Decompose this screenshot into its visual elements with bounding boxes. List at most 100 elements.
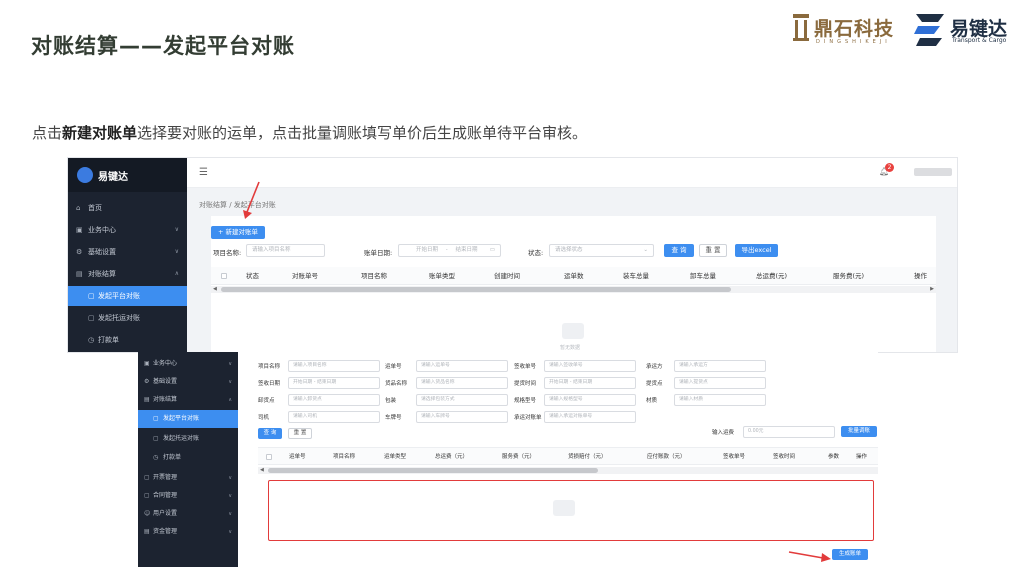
col-project: 项目名称 — [361, 272, 387, 280]
sidebar-item-user[interactable]: ☺ 用户设置 ∨ — [138, 505, 238, 523]
sidebar-item-invoice[interactable]: ▢ 开票管理 ∨ — [138, 469, 238, 487]
sidebar-item-label: 发起平台对账 — [98, 292, 140, 300]
desc-post: 选择要对账的运单，点击批量调账填写单价后生成账单待平台审核。 — [137, 124, 588, 142]
sidebar-item-contract[interactable]: ▢ 合同管理 ∨ — [138, 487, 238, 505]
generate-bill-button[interactable]: 生成账单 — [832, 549, 868, 560]
col-load-total: 装车总量 — [623, 272, 649, 280]
col-service-fee: 服务费(元) — [833, 272, 865, 280]
sidebar: 易键达 ⌂ 首页 ▣ 业务中心 ∨ ⚙ 基础设置 ∨ ▤ 对账结算 ∧ ▢ 发起平台对账 ▢ 发起… — [68, 158, 187, 352]
chevron-down-icon: ∨ — [228, 529, 232, 535]
horizontal-scrollbar[interactable]: ◀ ▶ — [211, 286, 936, 293]
sidebar-item-shipper-recon[interactable]: ▢ 发起托运对账 — [138, 430, 238, 448]
sidebar-item-platform-recon[interactable]: ▢ 发起平台对账 — [138, 410, 238, 428]
receipt-no-input[interactable]: 请输入签收单号 — [544, 360, 636, 372]
query-button[interactable]: 查 询 — [258, 428, 282, 439]
col-waybill-no: 运单号 — [289, 454, 306, 460]
pickup-point-input[interactable]: 请输入提货点 — [674, 377, 766, 389]
pickup-date-range[interactable]: 开始日期 - 结束日期 — [544, 377, 636, 389]
material-input[interactable]: 请输入材质 — [674, 394, 766, 406]
horizontal-scrollbar[interactable]: ◀ — [258, 467, 878, 474]
sidebar-item-business[interactable]: ▣ 业务中心 ∨ — [68, 220, 187, 240]
reset-button[interactable]: 重 置 — [288, 428, 312, 439]
sidebar-item-funds[interactable]: ▤ 资金管理 ∨ — [138, 523, 238, 541]
spec-input[interactable]: 请输入规格型号 — [544, 394, 636, 406]
sidebar-item-label: 合同管理 — [153, 492, 178, 499]
chevron-down-icon: ∨ — [174, 248, 179, 255]
batch-adjust-button[interactable]: 批量调账 — [841, 426, 877, 437]
app-screenshot-list: 易键达 ⌂ 首页 ▣ 业务中心 ∨ ⚙ 基础设置 ∨ ▤ 对账结算 ∧ ▢ 发起平台对账 ▢ 发起… — [67, 157, 958, 353]
col-damage: 货损赔付（元） — [568, 454, 607, 460]
status-label: 状态: — [528, 249, 544, 257]
user-name-redacted[interactable] — [914, 168, 952, 176]
select-all-checkbox[interactable] — [221, 273, 227, 279]
col-payable: 应付账款（元） — [647, 454, 686, 460]
sidebar-brand[interactable]: 易键达 — [68, 158, 187, 192]
driver-input[interactable]: 请输入司机 — [288, 411, 380, 423]
wallet-icon: ▤ — [144, 396, 150, 403]
dingshi-logo-name: 鼎石科技 — [814, 18, 895, 40]
form-label: 承运对账单 — [514, 415, 542, 421]
notification-badge: 2 — [885, 163, 894, 172]
sidebar-item-payment[interactable]: ◷ 打款单 — [68, 330, 187, 350]
slide-title: 对账结算——发起平台对账 — [31, 34, 295, 58]
receipt-date-range[interactable]: 开始日期 - 结束日期 — [288, 377, 380, 389]
scrollbar-thumb[interactable] — [268, 468, 598, 473]
scroll-left-icon[interactable]: ◀ — [260, 467, 264, 474]
export-excel-button[interactable]: 导出excel — [735, 244, 778, 257]
sidebar-item-settlement[interactable]: ▤ 对账结算 ∧ — [68, 264, 187, 284]
scrollbar-thumb[interactable] — [221, 287, 731, 292]
plate-input[interactable]: 请输入车牌号 — [416, 411, 508, 423]
project-input[interactable]: 请输入项目名称 — [288, 360, 380, 372]
sidebar-item-business[interactable]: ▣ 业务中心 ∨ — [138, 355, 238, 373]
col-freight: 总运费(元) — [756, 272, 788, 280]
sidebar-item-settlement[interactable]: ▤ 对账结算 ∧ — [138, 391, 238, 409]
highlight-box — [268, 480, 874, 541]
unload-point-input[interactable]: 请输入卸货点 — [288, 394, 380, 406]
sidebar-item-platform-recon[interactable]: ▢ 发起平台对账 — [68, 286, 187, 306]
col-unload-total: 卸车总量 — [690, 272, 716, 280]
doc-icon: ▢ — [153, 435, 159, 442]
freight-label: 输入运费 — [712, 430, 735, 436]
scroll-right-icon[interactable]: ▶ — [930, 286, 934, 293]
new-statement-button[interactable]: + 新建对账单 — [211, 226, 265, 239]
arrow-icon — [788, 551, 831, 562]
waybill-no-input[interactable]: 请输入运单号 — [416, 360, 508, 372]
brand-name: 易键达 — [98, 172, 128, 183]
menu-toggle-icon[interactable]: ☰ — [199, 167, 208, 178]
packaging-select[interactable]: 请选择包装方式 — [416, 394, 508, 406]
doc-icon: ▢ — [144, 474, 150, 481]
desc-bold: 新建对账单 — [62, 124, 138, 142]
carrier-input[interactable]: 请输入承运方 — [674, 360, 766, 372]
bill-date-range[interactable]: 开始日期 - 结束日期 ▭ — [398, 244, 501, 257]
yijianda-mark-icon — [914, 14, 944, 46]
sidebar-item-label: 基础设置 — [153, 378, 178, 385]
sidebar-item-shipper-recon[interactable]: ▢ 发起托运对账 — [68, 308, 187, 328]
scroll-left-icon[interactable]: ◀ — [213, 286, 217, 293]
sidebar-item-label: 基础设置 — [88, 248, 116, 256]
grid-icon: ▣ — [76, 226, 83, 234]
sidebar-item-payment[interactable]: ◷ 打款单 — [138, 449, 238, 467]
freight-input[interactable]: 0.00元 — [743, 426, 835, 438]
project-label: 项目名称: — [213, 249, 242, 257]
wallet-icon: ▤ — [76, 270, 83, 278]
sidebar: ▣ 业务中心 ∨ ⚙ 基础设置 ∨ ▤ 对账结算 ∧ ▢ 发起平台对账 ▢ 发起托运对账 ◷ 打款… — [138, 352, 238, 567]
sidebar-item-home[interactable]: ⌂ 首页 — [68, 198, 187, 218]
sidebar-item-settings[interactable]: ⚙ 基础设置 ∨ — [68, 242, 187, 262]
project-input[interactable]: 请输入项目名称 — [246, 244, 325, 257]
carrier-statement-input[interactable]: 请输入承运对账单号 — [544, 411, 636, 423]
reset-button[interactable]: 重 置 — [699, 244, 727, 257]
goods-name-input[interactable]: 请输入货品名称 — [416, 377, 508, 389]
chevron-down-icon: ∨ — [228, 361, 232, 367]
sidebar-item-label: 资金管理 — [153, 528, 178, 535]
query-button[interactable]: 查 询 — [664, 244, 694, 257]
wallet-icon: ▤ — [144, 528, 150, 535]
form-label: 材质 — [646, 398, 658, 404]
sidebar-item-label: 业务中心 — [153, 360, 178, 367]
select-all-checkbox[interactable] — [266, 454, 272, 460]
sidebar-item-label: 首页 — [88, 204, 102, 212]
status-select[interactable]: 请选择状态 ⌄ — [549, 244, 654, 257]
sidebar-item-settings[interactable]: ⚙ 基础设置 ∨ — [138, 373, 238, 391]
chevron-down-icon: ∨ — [228, 379, 232, 385]
doc-icon: ▢ — [144, 492, 150, 499]
dingshi-mark-icon — [793, 14, 809, 41]
